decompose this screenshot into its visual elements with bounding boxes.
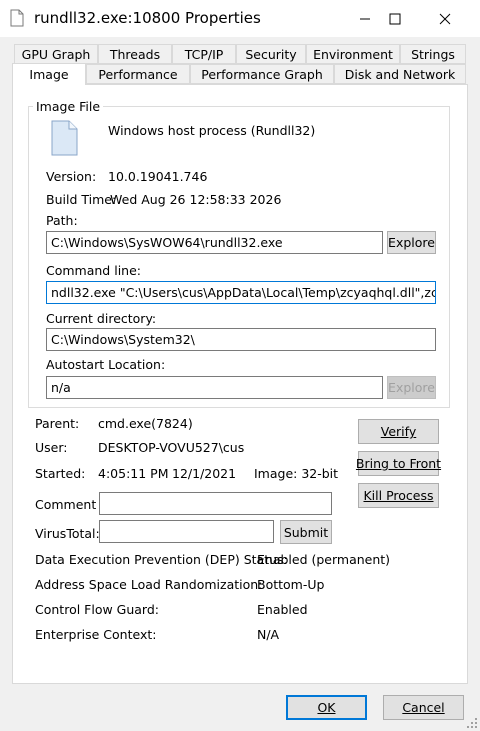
autostart-explore-button[interactable]: Explore xyxy=(387,376,436,399)
verify-button-label: Verify xyxy=(380,424,417,439)
file-icon xyxy=(10,9,24,27)
close-button[interactable] xyxy=(422,0,468,37)
tab-tcpip[interactable]: TCP/IP xyxy=(172,44,236,64)
command-line-label: Command line: xyxy=(46,263,141,278)
verify-button[interactable]: Verify xyxy=(358,419,439,444)
tab-environment[interactable]: Environment xyxy=(306,44,400,64)
image-file-group-label: Image File xyxy=(33,99,104,114)
maximize-button[interactable] xyxy=(372,0,418,37)
started-label: Started: xyxy=(35,466,86,481)
tab-gpu-graph[interactable]: GPU Graph xyxy=(14,44,98,64)
image-bits: Image: 32-bit xyxy=(254,466,339,481)
current-directory-field[interactable]: C:\Windows\System32\ xyxy=(46,328,436,351)
version-value: 10.0.19041.746 xyxy=(108,169,208,184)
cfg-label: Control Flow Guard: xyxy=(35,602,159,617)
dep-value: Enabled (permanent) xyxy=(257,552,391,567)
bring-to-front-button-label: Bring to Front xyxy=(355,456,442,471)
kill-process-button[interactable]: Kill Process xyxy=(358,483,439,508)
autostart-location-label: Autostart Location: xyxy=(46,357,166,372)
tab-disk-and-network[interactable]: Disk and Network xyxy=(334,64,466,84)
tab-performance[interactable]: Performance xyxy=(86,64,190,84)
cancel-button-label: Cancel xyxy=(402,700,445,715)
ok-button-label: OK xyxy=(317,700,336,715)
explore-button[interactable]: Explore xyxy=(387,231,436,254)
command-line-field[interactable]: ndll32.exe "C:\Users\cus\AppData\Local\T… xyxy=(46,281,436,304)
dep-label: Data Execution Prevention (DEP) Status: xyxy=(35,552,288,567)
parent-label: Parent: xyxy=(35,416,80,431)
build-time-label: Build Time: xyxy=(46,192,117,207)
submit-button[interactable]: Submit xyxy=(280,520,332,544)
parent-value: cmd.exe(7824) xyxy=(98,416,193,431)
cfg-value: Enabled xyxy=(257,602,308,617)
started-date: 12/1/2021 xyxy=(172,466,237,481)
virustotal-field[interactable] xyxy=(99,520,274,543)
ok-button[interactable]: OK xyxy=(286,695,367,720)
maximize-icon xyxy=(389,13,401,24)
path-label: Path: xyxy=(46,213,78,228)
kill-process-button-label: Kill Process xyxy=(363,488,434,503)
aslr-label: Address Space Load Randomization: xyxy=(35,577,263,592)
current-directory-label: Current directory: xyxy=(46,311,157,326)
version-label: Version: xyxy=(46,169,97,184)
autostart-explore-button-label: Explore xyxy=(388,380,435,395)
build-time-value: Wed Aug 26 12:58:33 2026 xyxy=(110,192,282,207)
tab-threads[interactable]: Threads xyxy=(98,44,172,64)
virustotal-label: VirusTotal: xyxy=(35,526,100,541)
enterprise-context-value: N/A xyxy=(257,627,280,642)
tab-strings[interactable]: Strings xyxy=(400,44,466,64)
bring-to-front-button[interactable]: Bring to Front xyxy=(355,451,442,476)
resize-grip-icon[interactable] xyxy=(466,717,478,729)
comment-field[interactable] xyxy=(99,492,332,515)
comment-label: Comment xyxy=(35,497,97,512)
cancel-button[interactable]: Cancel xyxy=(383,695,464,720)
path-field[interactable]: C:\Windows\SysWOW64\rundll32.exe xyxy=(46,231,383,254)
tab-image[interactable]: Image xyxy=(12,63,86,85)
tab-security[interactable]: Security xyxy=(236,44,306,64)
window-title: rundll32.exe:10800 Properties xyxy=(34,9,261,27)
file-description: Windows host process (Rundll32) xyxy=(108,123,316,138)
explore-button-label: Explore xyxy=(388,235,435,250)
submit-button-label: Submit xyxy=(283,524,329,540)
autostart-location-field[interactable]: n/a xyxy=(46,376,383,399)
aslr-value: Bottom-Up xyxy=(257,577,325,592)
tab-performance-graph[interactable]: Performance Graph xyxy=(190,64,334,84)
file-icon xyxy=(51,120,78,156)
enterprise-context-label: Enterprise Context: xyxy=(35,627,157,642)
user-value: DESKTOP-VOVU527\cus xyxy=(98,440,245,455)
user-label: User: xyxy=(35,440,68,455)
minimize-icon xyxy=(360,18,370,19)
started-time: 4:05:11 PM xyxy=(98,466,169,481)
close-icon xyxy=(439,13,451,24)
